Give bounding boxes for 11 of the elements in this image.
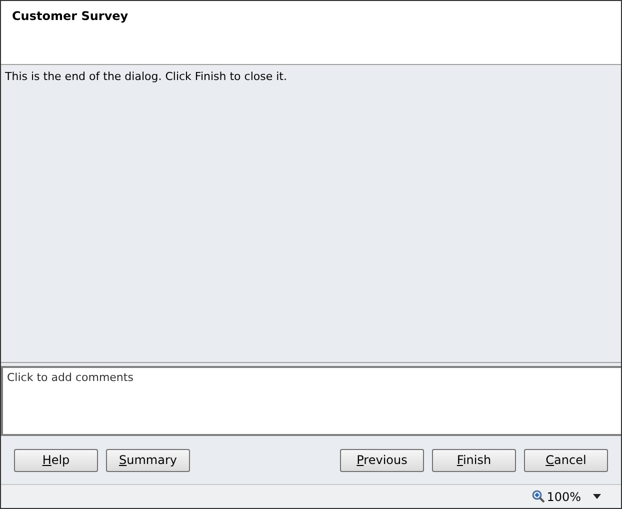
comments-field[interactable]: Click to add comments (1, 366, 621, 436)
dropdown-arrow-icon[interactable] (593, 494, 601, 499)
dialog-button[interactable]: Summary (106, 448, 190, 472)
dialog-button[interactable]: Previous (340, 448, 424, 472)
dialog-button[interactable]: Cancel (524, 448, 608, 472)
dialog-button[interactable]: Help (14, 448, 98, 472)
dialog-button[interactable]: Finish (432, 448, 516, 472)
end-message: This is the end of the dialog. Click Finish to close it. (5, 69, 288, 85)
zoom-icon[interactable] (532, 490, 545, 503)
dialog-title: Customer Survey (12, 8, 130, 25)
zoom-level: 100% (546, 488, 581, 506)
